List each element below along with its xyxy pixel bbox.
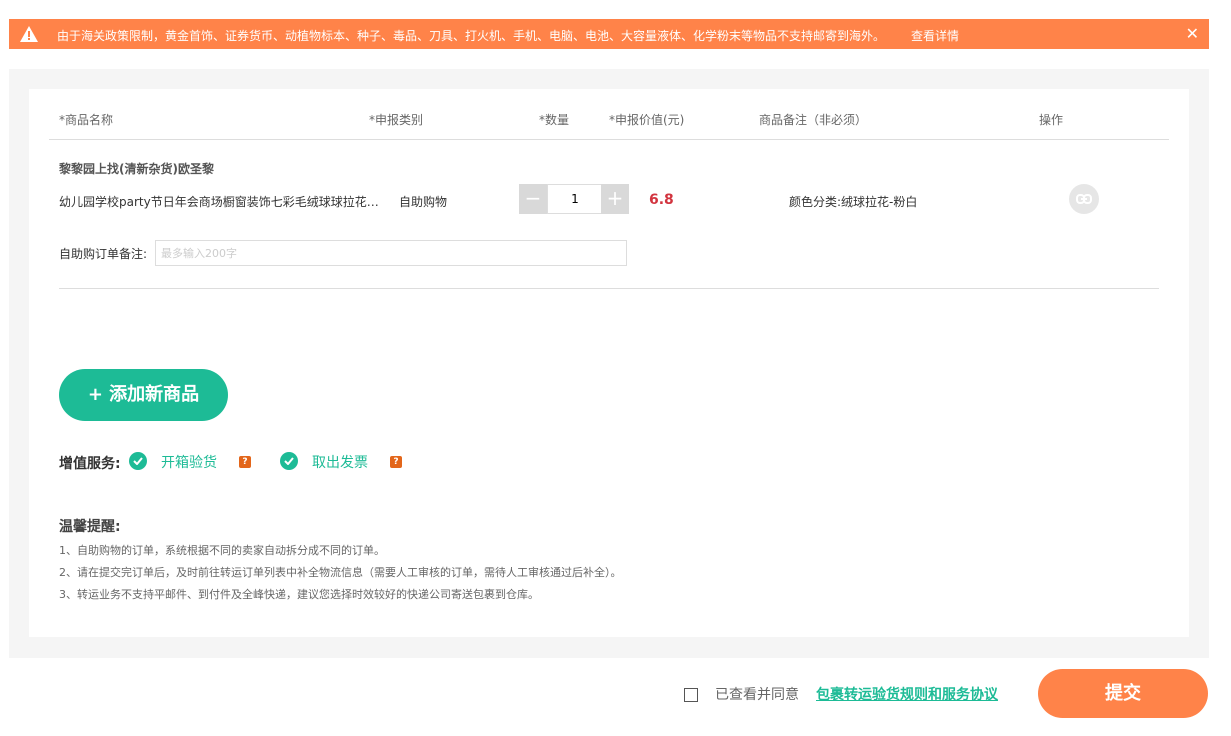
link-icon <box>1076 194 1092 204</box>
quantity-increment-button[interactable]: + <box>601 184 629 214</box>
declared-value: 6.8 <box>649 192 674 208</box>
inspection-check-icon[interactable] <box>129 452 147 470</box>
value-services-label: 增值服务: <box>59 456 121 472</box>
service-remove-invoice[interactable]: 取出发票 <box>312 452 368 472</box>
agree-text: 已查看并同意 <box>715 687 799 703</box>
quantity-decrement-button[interactable]: − <box>519 184 547 214</box>
order-form-card: *商品名称 *申报类别 *数量 *申报价值(元) 商品备注（非必须） 操作 黎黎… <box>29 89 1189 637</box>
header-product-name: *商品名称 <box>59 113 114 127</box>
customs-notice-bar: 由于海关政策限制，黄金首饰、证券货币、动植物标本、种子、毒品、刀具、打火机、手机… <box>9 19 1209 49</box>
product-name: 幼儿园学校party节日年会商场橱窗装饰七彩毛绒球球拉花装饰 <box>59 195 379 209</box>
product-remark: 颜色分类:绒球拉花-粉白 <box>789 195 918 209</box>
notice-message: 由于海关政策限制，黄金首饰、证券货币、动植物标本、种子、毒品、刀具、打火机、手机… <box>57 29 886 43</box>
invoice-check-icon[interactable] <box>280 452 298 470</box>
service-open-inspection[interactable]: 开箱验货 <box>161 452 217 472</box>
order-form-container: *商品名称 *申报类别 *数量 *申报价值(元) 商品备注（非必须） 操作 黎黎… <box>9 69 1209 658</box>
tip-line: 1、自助购物的订单，系统根据不同的卖家自动拆分成不同的订单。 <box>59 544 385 557</box>
header-declare-category: *申报类别 <box>369 113 424 127</box>
agree-checkbox[interactable] <box>684 688 698 702</box>
tip-line: 3、转运业务不支持平邮件、到付件及全峰快递，建议您选择时效较好的快递公司寄送包裹… <box>59 588 539 601</box>
product-category: 自助购物 <box>399 195 448 209</box>
header-operation: 操作 <box>1039 113 1064 127</box>
quantity-stepper: − + <box>519 184 629 214</box>
help-icon[interactable]: ? <box>239 456 251 468</box>
add-new-product-button[interactable]: + 添加新商品 <box>59 369 228 421</box>
header-remark: 商品备注（非必须） <box>759 113 868 127</box>
tip-line: 2、请在提交完订单后，及时前往转运订单列表中补全物流信息（需要人工审核的订单，需… <box>59 566 622 579</box>
link-button[interactable] <box>1069 184 1099 214</box>
item-divider <box>59 288 1159 289</box>
order-note-label: 自助购订单备注: <box>59 247 148 261</box>
header-declared-value: *申报价值(元) <box>609 113 685 127</box>
close-icon[interactable]: ✕ <box>1186 26 1199 42</box>
service-agreement-link[interactable]: 包裹转运验货规则和服务协议 <box>816 684 998 704</box>
view-details-link[interactable]: 查看详情 <box>911 27 959 44</box>
warning-icon <box>20 26 38 42</box>
header-quantity: *数量 <box>539 113 570 127</box>
order-note-input[interactable] <box>155 240 627 266</box>
shop-name: 黎黎园上找(清新杂货)欧圣黎 <box>59 162 214 176</box>
tips-title: 温馨提醒: <box>59 519 121 535</box>
help-icon[interactable]: ? <box>390 456 402 468</box>
tips-section: 温馨提醒: 1、自助购物的订单，系统根据不同的卖家自动拆分成不同的订单。 2、请… <box>59 516 622 606</box>
header-divider <box>49 139 1169 140</box>
quantity-input[interactable] <box>547 184 603 214</box>
submit-button[interactable]: 提交 <box>1038 669 1208 718</box>
